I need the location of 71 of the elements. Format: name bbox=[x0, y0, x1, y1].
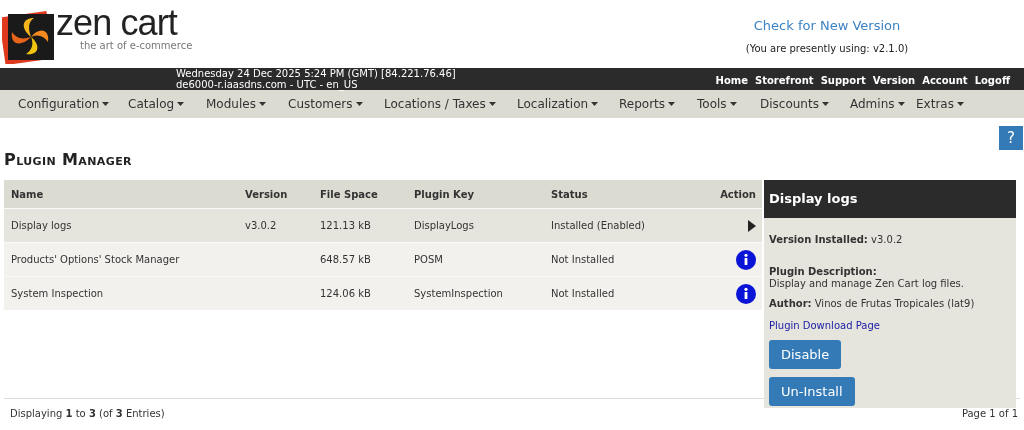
info-icon[interactable] bbox=[736, 283, 756, 304]
menu-item[interactable]: Localization bbox=[517, 95, 619, 113]
caret-icon bbox=[897, 102, 905, 106]
caret-icon bbox=[258, 102, 266, 106]
caret-icon bbox=[729, 102, 737, 106]
table-cell: v3.0.2 bbox=[245, 220, 277, 231]
menu-item[interactable]: Admins bbox=[850, 95, 916, 113]
panel-title: Display logs bbox=[769, 190, 858, 209]
action-button[interactable]: Disable bbox=[769, 340, 842, 369]
table-cell: System Inspection bbox=[11, 288, 104, 299]
header-link[interactable]: Version bbox=[872, 72, 916, 88]
table-cell: Display logs bbox=[11, 220, 72, 231]
entries-count: Displaying 1 to 3 (of 3 Entries) bbox=[9, 407, 165, 421]
table-cell: SystemInspection bbox=[414, 288, 503, 299]
caret-icon bbox=[668, 102, 676, 106]
page-title: Plugin Manager bbox=[3, 150, 133, 170]
table-cell: 121.13 kB bbox=[320, 220, 371, 231]
header-link[interactable]: Account bbox=[922, 72, 968, 88]
logo-name: zen cart bbox=[56, 6, 179, 40]
table-cell: POSM bbox=[414, 254, 443, 265]
menu-item[interactable]: Configuration bbox=[18, 95, 128, 113]
caret-icon bbox=[488, 102, 496, 106]
table-row[interactable]: Display logs v3.0.2 121.13 kB DisplayLogs Installed (Enabled) bbox=[4, 208, 762, 242]
table-row[interactable]: Products' Options' Stock Manager 648.57 kB POSM Not Installed bbox=[4, 242, 762, 276]
column-header: Action bbox=[719, 187, 757, 202]
play-icon[interactable] bbox=[748, 219, 756, 232]
action-button[interactable]: Un-Install bbox=[769, 377, 855, 406]
help-button[interactable]: ? bbox=[999, 126, 1023, 150]
table-cell: 648.57 kB bbox=[320, 254, 371, 265]
caret-icon bbox=[821, 102, 829, 106]
logo-tagline: the art of e-commerce bbox=[80, 40, 193, 52]
table-row[interactable]: System Inspection 124.06 kB SystemInspection Not Installed bbox=[4, 276, 762, 310]
header-info-text: de6000-r.iaasdns.com - UTC - en_US bbox=[176, 79, 359, 90]
column-header: Version bbox=[245, 187, 289, 202]
column-header: File Space bbox=[320, 187, 379, 202]
menu-item[interactable]: Modules bbox=[206, 95, 288, 113]
header-link[interactable]: Support bbox=[820, 72, 866, 88]
table-cell: Installed (Enabled) bbox=[551, 220, 645, 231]
menu-item[interactable]: Tools bbox=[697, 95, 760, 113]
header-link[interactable]: Home bbox=[715, 72, 748, 88]
table-cell: Not Installed bbox=[551, 288, 615, 299]
info-icon[interactable] bbox=[736, 249, 756, 270]
table-cell: Products' Options' Stock Manager bbox=[11, 254, 180, 265]
page-indicator: Page 1 of 1 bbox=[961, 407, 1019, 421]
download-link[interactable]: Plugin Download Page bbox=[769, 318, 880, 333]
caret-icon bbox=[355, 102, 363, 106]
menu-item[interactable]: Locations / Taxes bbox=[384, 95, 517, 113]
menu-item[interactable]: Extras bbox=[916, 95, 976, 113]
check-version-link[interactable]: Check for New Version bbox=[753, 16, 901, 36]
header-link[interactable]: Storefront bbox=[755, 72, 814, 88]
header-info-text: Wednesday 24 Dec 2025 5:24 PM (GMT) [84.221.76.46] bbox=[176, 68, 456, 79]
column-header: Plugin Key bbox=[414, 187, 475, 202]
caret-icon bbox=[177, 102, 185, 106]
table-cell: DisplayLogs bbox=[414, 220, 474, 231]
menu-item[interactable]: Customers bbox=[288, 95, 384, 113]
menu-item[interactable]: Reports bbox=[619, 95, 697, 113]
caret-icon bbox=[956, 102, 964, 106]
description-label: Plugin Description: bbox=[769, 266, 878, 278]
caret-icon bbox=[591, 102, 599, 106]
description-text: Display and manage Zen Cart log files. bbox=[769, 278, 965, 290]
menu-item[interactable]: Discounts bbox=[760, 95, 850, 113]
current-version-text: (You are presently using: v2.1.0) bbox=[745, 41, 909, 56]
column-header: Name bbox=[10, 187, 45, 202]
header-link[interactable]: Logoff bbox=[974, 72, 1010, 88]
table-cell: 124.06 kB bbox=[320, 288, 371, 299]
table-cell: Not Installed bbox=[551, 254, 615, 265]
version-installed-text: Version Installed: v3.0.2 bbox=[769, 233, 904, 247]
menu-item[interactable]: Catalog bbox=[128, 95, 206, 113]
caret-icon bbox=[102, 102, 110, 106]
column-header: Status bbox=[551, 187, 589, 202]
author-text: Author: Vinos de Frutas Tropicales (lat9) bbox=[769, 297, 976, 311]
